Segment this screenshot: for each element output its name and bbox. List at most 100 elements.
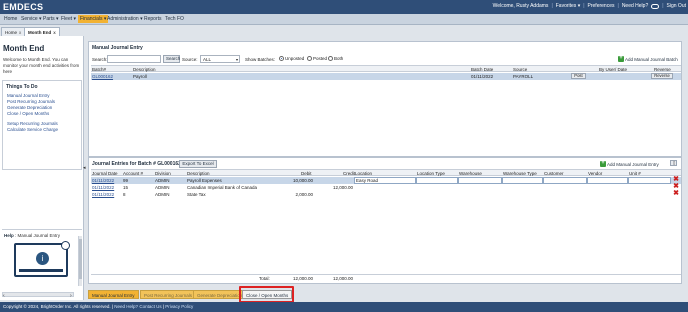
left-panel-scrollbar[interactable] xyxy=(2,292,74,297)
nav-home[interactable]: Home xyxy=(4,16,17,22)
help-scrollbar[interactable] xyxy=(78,236,82,286)
warehouse-type-input[interactable] xyxy=(502,177,543,184)
location-type-input[interactable] xyxy=(416,177,458,184)
col-by-user-date[interactable]: By User/ Date xyxy=(599,67,627,72)
todo-post-recurring-journals[interactable]: Post Recurring Journals xyxy=(7,99,55,104)
footer: Copyright © 2024, BrightOrder Inc. All r… xyxy=(0,302,688,312)
app-logo[interactable]: EMDECS xyxy=(3,2,43,12)
nav-fleet[interactable]: Fleet ▾ xyxy=(61,16,76,22)
location-input[interactable]: Easy Road xyxy=(354,177,416,184)
entry-credit: 12,000.00 xyxy=(332,185,353,190)
column-chooser-icon[interactable]: ▯ xyxy=(670,160,677,166)
col-warehouse[interactable]: Warehouse xyxy=(459,171,482,176)
col-unit[interactable]: Unit # xyxy=(629,171,641,176)
todo-setup-recurring-journals[interactable]: Setup Recurring Journals xyxy=(7,121,58,126)
close-icon[interactable]: x xyxy=(53,30,56,35)
col-source[interactable]: Source xyxy=(513,67,527,72)
entry-debit: 10,000.00 xyxy=(292,178,313,183)
scroll-right-icon[interactable]: › xyxy=(70,293,72,299)
customer-input[interactable] xyxy=(543,177,587,184)
unit-input[interactable] xyxy=(628,177,671,184)
clock-icon xyxy=(61,241,70,250)
nav-service[interactable]: Service ▾ xyxy=(21,16,42,22)
add-entry-button[interactable]: + Add Manual Journal Entry xyxy=(600,160,659,167)
sign-out-link[interactable]: Sign Out xyxy=(667,3,686,9)
vendor-input[interactable] xyxy=(587,177,628,184)
nav-reports[interactable]: Reports xyxy=(144,16,162,22)
col-journal-date[interactable]: Journal Date xyxy=(92,171,118,176)
todo-generate-depreciation[interactable]: Generate Depreciation xyxy=(7,105,52,110)
warehouse-input[interactable] xyxy=(458,177,502,184)
user-bar: Welcome, Rusty Addams | Favorites ▾ | Pr… xyxy=(492,3,686,9)
contact-us-link[interactable]: Need Help? Contact Us xyxy=(114,304,161,309)
table-row[interactable]: 01/11/2022 15 ADMIN Canadian Imperial Ba… xyxy=(91,183,681,191)
col-description[interactable]: Description xyxy=(187,171,210,176)
nav-administration[interactable]: Administration ▾ xyxy=(107,16,143,22)
scroll-left-icon[interactable]: ‹ xyxy=(3,293,5,299)
table-row[interactable]: 01/11/2022 8 ADMIN State Tax 2,000.00 ✖ xyxy=(91,190,681,198)
col-division[interactable]: Division xyxy=(155,171,171,176)
tab-home[interactable]: Home x xyxy=(1,27,26,36)
nav-parts[interactable]: Parts ▾ xyxy=(43,16,59,22)
help-video[interactable]: i xyxy=(14,241,70,277)
todo-calculate-service-charge[interactable]: Calculate Service Charge xyxy=(7,127,58,132)
help-box: Help : Manual Journal Entry i xyxy=(2,229,82,289)
col-location-type[interactable]: Location Type xyxy=(417,171,445,176)
radio-unposted[interactable]: Unposted xyxy=(279,56,304,61)
video-progress-bar[interactable] xyxy=(19,269,63,272)
search-input[interactable] xyxy=(107,55,161,63)
entry-date-link[interactable]: 01/11/2022 xyxy=(92,178,114,183)
collapse-left-icon[interactable]: ◂ xyxy=(83,165,86,171)
entry-description: State Tax xyxy=(187,192,206,197)
bottom-tab-post-recurring-journals[interactable]: Post Recurring Journals xyxy=(140,290,197,299)
help-link[interactable]: Need Help? xyxy=(622,3,648,9)
entry-date-link[interactable]: 01/11/2022 xyxy=(92,185,114,190)
entry-date-link[interactable]: 01/11/2022 xyxy=(92,192,114,197)
entries-grid-header: Journal Date Account # Division Descript… xyxy=(91,169,681,176)
delete-icon[interactable]: ✖ xyxy=(673,190,679,197)
nav-tech-fo[interactable]: Tech FO xyxy=(165,16,184,22)
col-batch[interactable]: Batch# xyxy=(92,67,106,72)
table-row[interactable]: GL000162 Payroll 01/11/2022 PAYROLL Post… xyxy=(91,73,681,80)
close-icon[interactable]: x xyxy=(19,30,21,35)
source-label: Source: xyxy=(182,57,198,62)
col-credit[interactable]: Credit xyxy=(343,171,355,176)
search-button[interactable]: Search xyxy=(163,55,180,63)
todo-close-open-months[interactable]: Close / Open Months xyxy=(7,111,49,116)
batch-description: Payroll xyxy=(133,74,147,79)
col-customer[interactable]: Customer xyxy=(544,171,564,176)
search-label: Search: xyxy=(92,57,108,62)
chat-icon[interactable] xyxy=(651,3,660,9)
entry-account: 99 xyxy=(123,178,129,183)
add-batch-button[interactable]: + Add Manual Journal Batch xyxy=(618,55,678,62)
col-debit[interactable]: Debit xyxy=(301,171,312,176)
totals-row: Total: 12,000.00 12,000.00 xyxy=(91,274,681,281)
col-description[interactable]: Description xyxy=(133,67,156,72)
source-select[interactable]: ALL ▾ xyxy=(200,55,240,63)
entry-description: Payroll Expenses xyxy=(187,178,222,183)
export-excel-button[interactable]: Export To Excel xyxy=(179,160,217,168)
tab-month-end[interactable]: Month End x xyxy=(24,27,60,36)
col-batch-date[interactable]: Batch Date xyxy=(471,67,493,72)
col-account[interactable]: Account # xyxy=(123,171,143,176)
col-vendor[interactable]: Vendor xyxy=(588,171,602,176)
total-debit: 12,000.00 xyxy=(292,276,313,281)
batch-number-link[interactable]: GL000162 xyxy=(92,74,113,79)
nav-financials[interactable]: Financials ▾ xyxy=(78,15,109,23)
preferences-link[interactable]: Preferences xyxy=(588,3,615,9)
post-button[interactable]: Post xyxy=(571,73,586,79)
radio-posted[interactable]: Posted xyxy=(307,56,327,61)
favorites-menu[interactable]: Favorites ▾ xyxy=(556,3,580,9)
left-panel: Month End Welcome to Month End. You can … xyxy=(0,36,84,300)
table-row[interactable]: 01/11/2022 99 ADMIN Payroll Expenses 10,… xyxy=(91,176,681,184)
col-reverse[interactable]: Reverse xyxy=(654,67,671,72)
radio-both[interactable]: Both xyxy=(328,56,343,61)
col-warehouse-type[interactable]: Warehouse Type xyxy=(503,171,537,176)
batch-panel: Manual Journal Entry Search: Search Sour… xyxy=(88,41,682,157)
reverse-button[interactable]: Reverse xyxy=(651,73,673,79)
privacy-policy-link[interactable]: Privacy Policy xyxy=(165,304,193,309)
col-location[interactable]: Location xyxy=(355,171,372,176)
entry-division: ADMIN xyxy=(155,178,170,183)
todo-manual-journal-entry[interactable]: Manual Journal Entry xyxy=(7,93,50,98)
bottom-tab-manual-journal-entry[interactable]: Manual Journal Entry xyxy=(88,290,139,299)
